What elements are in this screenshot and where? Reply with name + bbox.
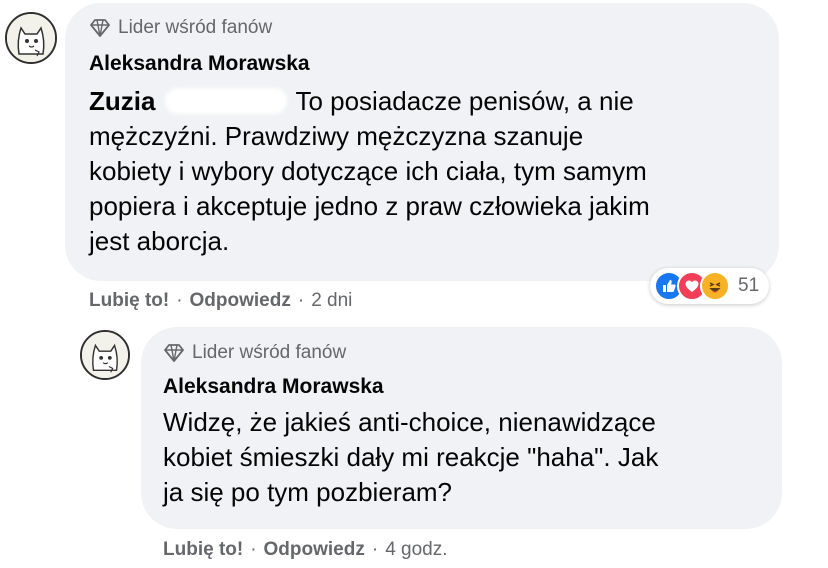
comment-text-line: To posiadacze penisów, a nie [295, 86, 634, 116]
comment-text-line: Widzę, że jakieś anti-choice, nienawidzą… [163, 407, 656, 437]
reply-button[interactable]: Odpowiedz [264, 539, 365, 561]
comment-text: Zuzia To posiadacze penisów, a nie mężczy… [89, 84, 769, 259]
badge-label: Lider wśród fanów [192, 342, 347, 363]
comment-author[interactable]: Aleksandra Morawska [163, 375, 384, 399]
reply-button[interactable]: Odpowiedz [190, 290, 291, 312]
avatar[interactable] [5, 12, 57, 64]
redacted-name [165, 88, 288, 114]
separator: · [297, 290, 305, 311]
separator: · [250, 539, 257, 560]
comment-text: Widzę, że jakieś anti-choice, nienawidzą… [163, 405, 773, 510]
comment-text-line: kobiet śmieszki dały mi reakcje "haha". … [163, 442, 659, 472]
comment-actions: Lubię to! · Odpowiedz · 4 godz. [163, 539, 448, 561]
reaction-count: 51 [738, 275, 760, 296]
comment-text-line: jest aborcja. [89, 226, 230, 256]
comment-actions: Lubię to! · Odpowiedz · 2 dni [89, 290, 352, 312]
avatar[interactable] [80, 330, 130, 380]
comment-author[interactable]: Aleksandra Morawska [89, 52, 310, 76]
badge-label: Lider wśród fanów [118, 17, 273, 38]
comment-text-line: mężczyźni. Prawdziwy mężczyzna szanuje [89, 121, 584, 151]
reaction-summary[interactable]: 51 [650, 268, 770, 304]
comment-text-line: popiera i akceptuje jedno z praw człowie… [89, 191, 650, 221]
separator: · [176, 290, 183, 311]
like-button[interactable]: Lubię to! [89, 290, 169, 312]
cat-avatar-icon [7, 14, 55, 62]
comment-timestamp[interactable]: 2 dni [311, 290, 352, 312]
comment-text-line: kobiety i wybory dotyczące ich ciała, ty… [89, 156, 647, 186]
haha-icon [700, 271, 730, 301]
top-fan-badge[interactable]: Lider wśród fanów [163, 342, 346, 364]
like-button[interactable]: Lubię to! [163, 539, 243, 561]
separator: · [371, 539, 379, 560]
mention-link[interactable]: Zuzia [89, 86, 155, 116]
cat-avatar-icon [82, 332, 128, 378]
comment-text-line: ja się po tym pozbieram? [163, 477, 453, 507]
diamond-icon [90, 19, 110, 37]
diamond-icon [164, 344, 184, 362]
top-fan-badge[interactable]: Lider wśród fanów [89, 17, 272, 39]
comment-timestamp[interactable]: 4 godz. [385, 539, 447, 561]
